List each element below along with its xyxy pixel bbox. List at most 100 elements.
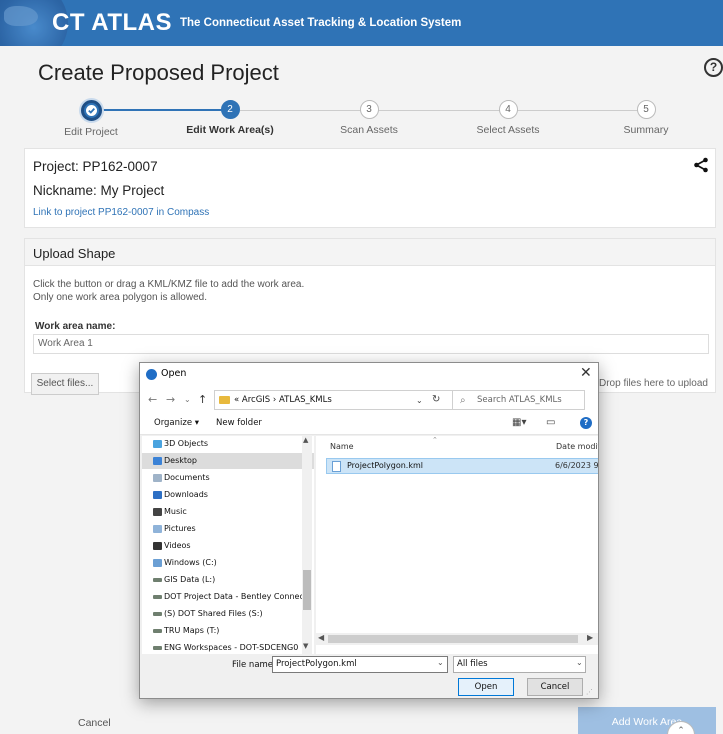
drop-zone-hint[interactable]: Drop files here to upload: [599, 378, 708, 389]
step-label: Edit Work Area(s): [186, 124, 274, 136]
dialog-toolbar: Organize ▾ New folder ▦▾ ▭ ?: [140, 413, 598, 435]
tree-item-label: Windows (C:): [164, 558, 217, 567]
tree-item-label: 3D Objects: [164, 439, 209, 448]
filename-input[interactable]: ProjectPolygon.kml: [272, 656, 448, 673]
tree-item[interactable]: Desktop: [142, 453, 314, 469]
add-work-area-button[interactable]: Add Work Area: [578, 707, 716, 734]
work-area-label: Work area name:: [35, 321, 116, 332]
filename-label: File name:: [232, 660, 276, 670]
tree-item[interactable]: TRU Maps (T:): [142, 623, 314, 639]
close-icon[interactable]: ✕: [580, 365, 592, 381]
app-header: CT ATLAS The Connecticut Asset Tracking …: [0, 0, 723, 46]
3d-objects-icon: [153, 440, 162, 448]
upload-help-text: Click the button or drag a KML/KMZ file …: [33, 279, 305, 290]
tree-item-label: TRU Maps (T:): [164, 626, 220, 635]
tree-scrollbar[interactable]: ▲ ▼: [302, 436, 312, 654]
open-file-dialog: Open ✕ ← → ⌄ ↑ « ArcGIS › ATLAS_KMLs ⌄ ↻…: [139, 362, 599, 699]
dialog-title: Open: [161, 368, 187, 379]
filename-dropdown-icon[interactable]: ⌄: [437, 658, 444, 667]
open-button[interactable]: Open: [458, 678, 514, 696]
page-title: Create Proposed Project: [38, 60, 279, 85]
tree-item[interactable]: Music: [142, 504, 314, 520]
help-icon[interactable]: ?: [704, 58, 723, 77]
address-dropdown-icon[interactable]: ⌄: [416, 396, 423, 405]
tree-item[interactable]: Windows (C:): [142, 555, 314, 571]
project-card: Project: PP162-0007 Nickname: My Project…: [24, 148, 716, 228]
upload-header: Upload Shape: [25, 239, 715, 266]
step-number: 3: [359, 100, 379, 119]
compass-link[interactable]: Link to project PP162-0007 in Compass: [33, 207, 209, 218]
dialog-cancel-button[interactable]: Cancel: [527, 678, 583, 696]
new-folder-button[interactable]: New folder: [216, 418, 262, 428]
recent-chevron-icon[interactable]: ⌄: [184, 395, 191, 404]
step-select-assets[interactable]: 4 Select Assets: [448, 100, 568, 136]
file-date: 6/6/2023 9:: [555, 461, 598, 470]
file-type-select[interactable]: All files: [453, 656, 586, 673]
horizontal-scrollbar[interactable]: ◀ ▶: [316, 633, 598, 645]
step-number: 2: [220, 100, 240, 119]
tree-item[interactable]: Downloads: [142, 487, 314, 503]
view-options-icon[interactable]: ▦▾: [512, 417, 526, 428]
work-area-name-input[interactable]: Work Area 1: [33, 334, 709, 354]
upload-title: Upload Shape: [33, 246, 116, 261]
tree-item[interactable]: Pictures: [142, 521, 314, 537]
refresh-icon[interactable]: ↻: [432, 394, 440, 405]
step-scan-assets[interactable]: 3 Scan Assets: [309, 100, 429, 136]
app-title: CT ATLAS: [52, 9, 172, 36]
tree-item-label: Downloads: [164, 490, 208, 499]
tree-item-label: Documents: [164, 473, 210, 482]
dialog-titlebar[interactable]: Open ✕: [140, 363, 598, 387]
project-nickname: Nickname: My Project: [33, 183, 165, 198]
tree-item[interactable]: ENG Workspaces - DOT-SDCENG0: [142, 640, 314, 654]
column-header-name[interactable]: Name: [330, 442, 354, 451]
search-input[interactable]: ⌕ Search ATLAS_KMLs: [452, 390, 585, 410]
check-icon: [80, 100, 102, 121]
documents-icon: [153, 474, 162, 482]
step-summary[interactable]: 5 Summary: [586, 100, 706, 136]
downloads-icon: [153, 491, 162, 499]
scroll-thumb[interactable]: [303, 570, 311, 610]
tree-item[interactable]: GIS Data (L:): [142, 572, 314, 588]
select-files-button[interactable]: Select files...: [31, 373, 99, 395]
step-number: 5: [636, 100, 656, 119]
step-label: Select Assets: [476, 124, 540, 136]
tree-item[interactable]: 3D Objects: [142, 436, 314, 452]
step-edit-work-areas[interactable]: 2 Edit Work Area(s): [170, 100, 290, 136]
search-icon: ⌕: [460, 395, 466, 406]
tree-item-label: ENG Workspaces - DOT-SDCENG0: [164, 643, 299, 652]
share-icon[interactable]: [693, 157, 709, 173]
help-icon[interactable]: ?: [580, 417, 592, 429]
file-type-dropdown-icon[interactable]: ⌄: [576, 658, 583, 667]
preview-pane-icon[interactable]: ▭: [546, 417, 555, 428]
column-header-date[interactable]: Date modif: [556, 442, 598, 451]
forward-arrow-icon[interactable]: →: [166, 393, 175, 406]
file-row[interactable]: ProjectPolygon.kml 6/6/2023 9:: [326, 458, 598, 474]
back-arrow-icon[interactable]: ←: [148, 393, 157, 406]
tree-item-label: (S) DOT Shared Files (S:): [164, 609, 263, 618]
file-name: ProjectPolygon.kml: [347, 461, 423, 470]
tree-item[interactable]: Videos: [142, 538, 314, 554]
scroll-left-icon[interactable]: ◀: [318, 633, 324, 642]
step-label: Edit Project: [64, 126, 118, 138]
scroll-right-icon[interactable]: ▶: [587, 633, 593, 642]
address-path: « ArcGIS › ATLAS_KMLs: [234, 395, 332, 405]
folder-icon: [219, 395, 230, 404]
tree-item-label: DOT Project Data - Bentley Connect: [164, 592, 307, 601]
organize-menu[interactable]: Organize ▾: [154, 418, 199, 428]
tree-item-label: Pictures: [164, 524, 196, 533]
tree-item[interactable]: DOT Project Data - Bentley Connect: [142, 589, 314, 605]
scroll-down-icon[interactable]: ▼: [303, 642, 308, 650]
scroll-thumb[interactable]: [328, 635, 578, 643]
tree-item-label: Desktop: [164, 456, 197, 465]
up-arrow-icon[interactable]: ↑: [198, 393, 207, 406]
step-label: Scan Assets: [340, 124, 398, 136]
scroll-up-icon[interactable]: ▲: [303, 436, 308, 444]
app-subtitle: The Connecticut Asset Tracking & Locatio…: [180, 17, 462, 29]
music-icon: [153, 508, 162, 516]
tree-item[interactable]: (S) DOT Shared Files (S:): [142, 606, 314, 622]
network-drive-icon: [153, 629, 162, 633]
cancel-button[interactable]: Cancel: [78, 717, 111, 729]
tree-item[interactable]: Documents: [142, 470, 314, 486]
step-edit-project[interactable]: Edit Project: [31, 100, 151, 138]
resize-grip-icon[interactable]: ⋰: [586, 688, 593, 696]
